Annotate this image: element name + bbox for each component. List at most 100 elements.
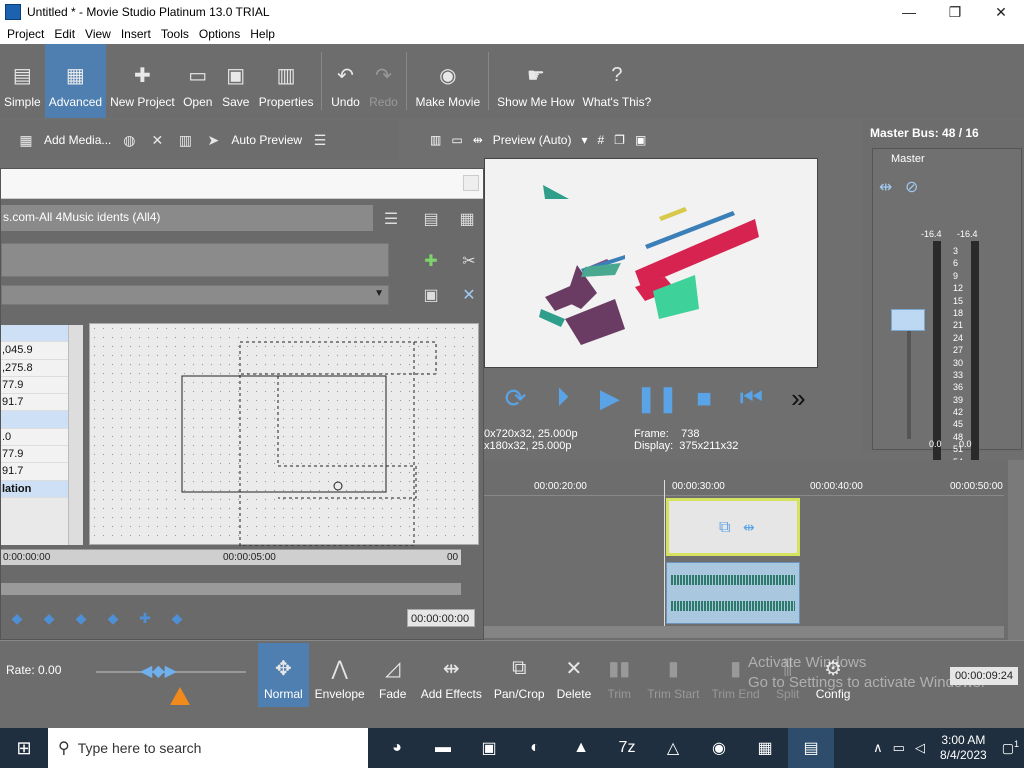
movie-studio-icon[interactable]: ▤ (788, 728, 834, 768)
menu-insert[interactable]: Insert (116, 27, 156, 41)
play-icon[interactable]: ▶ (586, 380, 633, 416)
minimize-button[interactable]: — (886, 0, 932, 24)
video-event[interactable]: ⧉ ⇹ (666, 498, 800, 556)
timeline-horizontal-scrollbar[interactable] (484, 626, 1004, 638)
track-area[interactable]: ⧉ ⇹ (484, 496, 1004, 624)
preset-field[interactable]: s.com-All 4Music idents (All4) (1, 205, 373, 231)
simple-button[interactable]: ▤ Simple (0, 44, 45, 118)
timeline-ruler[interactable]: 00:00:20:00 00:00:30:00 00:00:40:00 00:0… (484, 478, 1004, 496)
taskbar-search-box[interactable]: ⚲ Type here to search (48, 728, 368, 768)
pan-crop-icon[interactable]: ⧉ (719, 519, 730, 537)
editor-app-icon[interactable]: ▲ (558, 728, 604, 768)
save-preset-icon[interactable]: ▣ (419, 283, 443, 307)
rate-slider-handle[interactable] (170, 687, 190, 705)
preview-mode-dropdown[interactable]: Preview (Auto) (493, 133, 572, 147)
pan-crop-button[interactable]: ⧉ Pan/Crop (488, 643, 551, 707)
network-icon[interactable]: ▭ (893, 740, 905, 756)
add-effects-button[interactable]: ⇹ Add Effects (415, 643, 488, 707)
video-preview[interactable] (484, 158, 818, 368)
first-keyframe-icon[interactable]: ◆ (6, 607, 28, 629)
delete-preset-icon[interactable]: ✕ (457, 283, 481, 307)
shuttle-icon[interactable]: ◀◆▶ (140, 661, 177, 681)
timeline-vertical-scrollbar[interactable] (1008, 460, 1024, 640)
menu-project[interactable]: Project (2, 27, 49, 41)
dialog-title-bar[interactable] (1, 169, 483, 199)
close-button[interactable]: ✕ (978, 0, 1024, 24)
show-me-how-button[interactable]: ☛ Show Me How (493, 44, 578, 118)
add-keyframe-icon[interactable]: ✚ (134, 607, 156, 629)
go-to-start-icon[interactable]: ⏮ (728, 380, 775, 416)
delete-keyframe-icon[interactable]: ◆ (166, 607, 188, 629)
advanced-button[interactable]: ▦ Advanced (44, 44, 107, 118)
taskbar-clock[interactable]: 3:00 AM 8/4/2023 (940, 733, 987, 763)
new-project-button[interactable]: ✚ New Project (106, 44, 179, 118)
delete-button[interactable]: ✕ Delete (551, 643, 598, 707)
preset-dropdown[interactable]: ▼ (1, 285, 389, 305)
keyframe-scrollbar[interactable] (1, 583, 461, 595)
file-explorer-icon[interactable]: ▬ (420, 728, 466, 768)
fast-forward-icon[interactable]: » (775, 380, 822, 416)
grid-icon[interactable]: # (597, 133, 604, 147)
playhead-cursor[interactable] (664, 480, 665, 630)
copy-snapshot-icon[interactable]: ❐ (614, 133, 625, 147)
grid-view-icon[interactable]: ▤ (419, 207, 443, 231)
record-app-icon[interactable]: ◉ (696, 728, 742, 768)
menu-tools[interactable]: Tools (156, 27, 194, 41)
properties-icon[interactable]: ▥ (175, 130, 195, 150)
make-movie-button[interactable]: ◉ Make Movie (411, 44, 484, 118)
remove-preset-icon[interactable]: ✂ (457, 249, 481, 273)
views-icon[interactable]: ☰ (310, 130, 330, 150)
chevron-up-icon[interactable]: ∧ (873, 740, 883, 756)
pause-icon[interactable]: ❚❚ (633, 380, 680, 416)
maximize-button[interactable]: ❐ (932, 0, 978, 24)
envelope-tool-button[interactable]: ⋀ Envelope (309, 643, 371, 707)
next-keyframe-icon[interactable]: ◆ (70, 607, 92, 629)
dialog-close-button[interactable] (463, 175, 479, 191)
whats-this-button[interactable]: ? What's This? (579, 44, 656, 118)
menu-help[interactable]: Help (245, 27, 280, 41)
thumbnail-view-icon[interactable]: ▦ (455, 207, 479, 231)
trim-button[interactable]: ▮▮ Trim (597, 643, 641, 707)
mute-icon[interactable]: ⊘ (905, 177, 918, 197)
undo-button[interactable]: ↶ Undo (326, 44, 364, 118)
loop-icon[interactable]: ⟳ (492, 380, 539, 416)
auto-preview-button[interactable]: Auto Preview (231, 133, 302, 147)
last-keyframe-icon[interactable]: ◆ (102, 607, 124, 629)
chevron-down-icon[interactable]: ▾ (581, 133, 587, 147)
trim-start-button[interactable]: ▮ Trim Start (641, 643, 705, 707)
monitor-icon[interactable]: ▭ (451, 133, 462, 147)
vector-app-icon[interactable]: △ (650, 728, 696, 768)
pan-crop-canvas[interactable] (89, 323, 479, 547)
menu-options[interactable]: Options (194, 27, 245, 41)
play-from-start-icon[interactable]: ⏵ (539, 380, 586, 416)
event-fx-icon[interactable]: ⇹ (743, 519, 755, 536)
keyframe-timecode[interactable]: 00:00:00:00 (407, 609, 475, 627)
globe-icon[interactable]: ◍ (119, 130, 139, 150)
save-snapshot-icon[interactable]: ▣ (635, 133, 646, 147)
normal-tool-button[interactable]: ✥ Normal (258, 643, 309, 707)
store-icon[interactable]: ▣ (466, 728, 512, 768)
insert-fx-icon[interactable]: ⇹ (879, 177, 892, 197)
master-fader[interactable] (891, 309, 925, 331)
menu-view[interactable]: View (80, 27, 116, 41)
fade-tool-button[interactable]: ◿ Fade (371, 643, 415, 707)
chrome-icon[interactable]: ◕ (374, 728, 420, 768)
open-button[interactable]: ▭ Open (179, 44, 217, 118)
windows-start-icon[interactable]: ⊞ (0, 728, 48, 768)
audio-event[interactable] (666, 562, 800, 624)
property-scrollbar[interactable] (68, 325, 83, 545)
video-app-icon[interactable]: ▦ (742, 728, 788, 768)
delete-icon[interactable]: ✕ (147, 130, 167, 150)
redo-button[interactable]: ↷ Redo (364, 44, 402, 118)
add-keyframe-icon[interactable]: ✚ (419, 249, 443, 273)
notifications-icon[interactable]: ▢1 (1002, 739, 1019, 756)
prev-keyframe-icon[interactable]: ◆ (38, 607, 60, 629)
keyframe-ruler[interactable]: 0:00:00:00 00:00:05:00 00 (1, 549, 461, 565)
list-view-icon[interactable]: ☰ (379, 207, 403, 231)
preset-name-field[interactable] (1, 243, 389, 277)
save-button[interactable]: ▣ Save (217, 44, 255, 118)
cursor-timecode[interactable]: 00:00:09:24 (950, 667, 1018, 685)
7zip-icon[interactable]: 7z (604, 728, 650, 768)
menu-edit[interactable]: Edit (49, 27, 80, 41)
add-media-button[interactable]: Add Media... (44, 133, 111, 147)
